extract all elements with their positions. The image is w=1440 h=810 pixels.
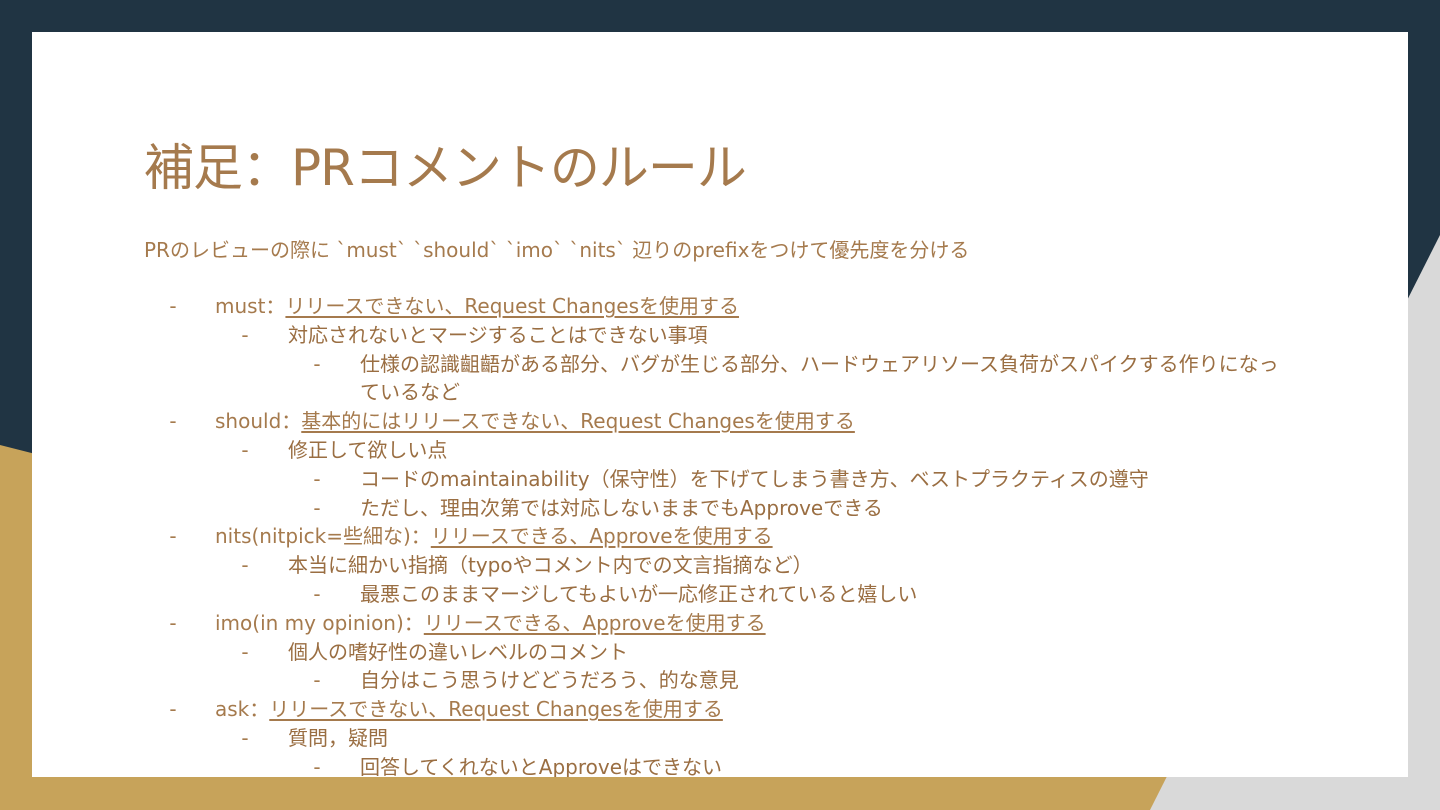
- sub-item-text: 本当に細かい指摘（typoやコメント内での文言指摘など）: [288, 553, 813, 578]
- detail-item-text: 仕様の認識齟齬がある部分、バグが生じる部分、ハードウェアリソース負荷がスパイクす…: [360, 351, 1279, 405]
- sub-item: - 質問，疑問: [32, 724, 1408, 753]
- detail-item-text: コードのmaintainability（保守性）を下げてしまう書き方、ベストプラ…: [360, 466, 1149, 491]
- item-label: ask：: [215, 697, 270, 722]
- item-link[interactable]: 基本的にはリリースできない、Request Changesを使用する: [301, 409, 855, 433]
- prefix-rules-list: - must：リリースできない、Request Changesを使用する - 対…: [32, 292, 1408, 777]
- bullet-dash: -: [313, 668, 321, 693]
- bullet-dash: -: [313, 351, 321, 376]
- detail-item: - ただし、理由次第では対応しないままでもApproveできる: [32, 494, 1408, 523]
- item-label: should：: [215, 409, 302, 434]
- bullet-dash: -: [241, 725, 249, 750]
- bullet-dash: -: [313, 495, 321, 520]
- intro-text: PRのレビューの際に `must` `should` `imo` `nits` …: [144, 238, 970, 262]
- detail-item-text: ただし、理由次第では対応しないままでもApproveできる: [360, 495, 883, 520]
- bullet-dash: -: [169, 697, 177, 722]
- sub-item: - 修正して欲しい点: [32, 436, 1408, 465]
- sub-item-text: 対応されないとマージすることはできない事項: [288, 322, 708, 347]
- list-item-imo: - imo(in my opinion)：リリースできる、Approveを使用す…: [32, 609, 1408, 638]
- detail-item: - コードのmaintainability（保守性）を下げてしまう書き方、ベスト…: [32, 465, 1408, 494]
- list-item-ask: - ask：リリースできない、Request Changesを使用する: [32, 695, 1408, 724]
- list-item-should: - should：基本的にはリリースできない、Request Changesを使…: [32, 407, 1408, 436]
- slide: 補足：PRコメントのルール PRのレビューの際に `must` `should`…: [32, 32, 1408, 777]
- sub-item: - 個人の嗜好性の違いレベルのコメント: [32, 638, 1408, 667]
- item-label: must：: [215, 294, 286, 318]
- bullet-dash: -: [169, 524, 177, 549]
- item-link[interactable]: リリースできる、Approveを使用する: [424, 611, 766, 635]
- sub-item: - 対応されないとマージすることはできない事項: [32, 321, 1408, 350]
- detail-item-text: 最悪このままマージしてもよいが一応修正されていると嬉しい: [360, 581, 918, 606]
- item-label: imo(in my opinion)：: [215, 610, 424, 635]
- item-label: nits(nitpick=些細な)：: [215, 524, 431, 549]
- sub-item: - 本当に細かい指摘（typoやコメント内での文言指摘など）: [32, 551, 1408, 580]
- item-link[interactable]: リリースできる、Approveを使用する: [431, 524, 773, 548]
- list-item-nits: - nits(nitpick=些細な)：リリースできる、Approveを使用する: [32, 522, 1408, 551]
- detail-item: - 仕様の認識齟齬がある部分、バグが生じる部分、ハードウェアリソース負荷がスパイ…: [32, 350, 1408, 408]
- sub-item-text: 質問，疑問: [288, 725, 388, 750]
- detail-item: - 回答してくれないとApproveはできない: [32, 753, 1408, 777]
- bullet-dash: -: [241, 322, 249, 347]
- sub-item-text: 修正して欲しい点: [288, 437, 448, 462]
- sub-item-text: 個人の嗜好性の違いレベルのコメント: [288, 639, 628, 664]
- bullet-dash: -: [313, 466, 321, 491]
- list-item-must: - must：リリースできない、Request Changesを使用する: [32, 292, 1408, 321]
- detail-item-text: 回答してくれないとApproveはできない: [360, 754, 723, 777]
- detail-item: - 自分はこう思うけどどうだろう、的な意見: [32, 666, 1408, 695]
- bullet-dash: -: [241, 639, 249, 664]
- detail-item-text: 自分はこう思うけどどうだろう、的な意見: [360, 668, 739, 693]
- bullet-dash: -: [241, 553, 249, 578]
- bullet-dash: -: [169, 610, 177, 635]
- bullet-dash: -: [169, 409, 177, 434]
- item-link[interactable]: リリースできない、Request Changesを使用する: [285, 294, 739, 318]
- bullet-dash: -: [241, 437, 249, 462]
- bullet-dash: -: [169, 294, 177, 318]
- slide-title: 補足：PRコメントのルール: [144, 139, 747, 197]
- detail-item: - 最悪このままマージしてもよいが一応修正されていると嬉しい: [32, 580, 1408, 609]
- item-link[interactable]: リリースできない、Request Changesを使用する: [269, 697, 723, 721]
- bullet-dash: -: [313, 754, 321, 777]
- bullet-dash: -: [313, 581, 321, 606]
